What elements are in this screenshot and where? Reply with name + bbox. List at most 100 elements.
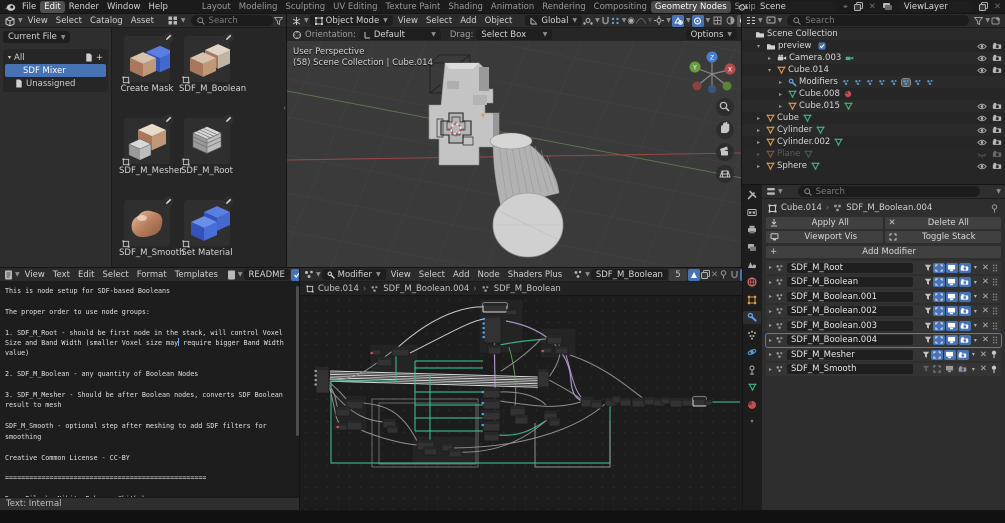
realtime-toggle-icon[interactable] (943, 364, 956, 374)
visibility-icon[interactable] (977, 67, 987, 74)
modifier-extras-icon[interactable]: ▾ (972, 293, 979, 300)
breadcrumb-item[interactable]: SDF_M_Boolean.004 (383, 284, 469, 294)
visibility-icon[interactable] (977, 103, 987, 110)
node-socket[interactable] (314, 374, 317, 377)
edit-mode-toggle-icon[interactable] (922, 365, 930, 373)
new-collection-icon[interactable] (991, 16, 1001, 25)
proportional-edit-icon[interactable]: ◉ (627, 16, 634, 26)
edit-asset-icon[interactable] (163, 32, 174, 43)
menu-select[interactable]: Select (98, 269, 132, 281)
expand-arrow-icon[interactable]: ▸ (757, 115, 764, 122)
delete-modifier-icon[interactable]: ✕ (980, 321, 991, 331)
disable-render-icon[interactable] (992, 54, 1002, 62)
properties-tab-physics[interactable] (743, 346, 761, 359)
outliner-row-cylinder-002[interactable]: ▸ Cylinder.002 (742, 136, 1005, 148)
expand-arrow-icon[interactable]: ▾ (8, 54, 11, 61)
render-toggle-icon[interactable] (958, 320, 971, 331)
dataG-badge-icon[interactable] (803, 114, 812, 122)
scene-icon[interactable] (738, 2, 749, 11)
edit-asset-icon[interactable] (223, 114, 234, 125)
expand-arrow-icon[interactable]: ▸ (757, 163, 764, 170)
breadcrumb-item[interactable]: Cube.014 (318, 284, 359, 294)
expand-arrow-icon[interactable]: ▸ (768, 55, 775, 62)
edit-mode-toggle-icon[interactable] (924, 264, 932, 272)
visibility-icon[interactable] (977, 115, 987, 122)
outliner-row-cube[interactable]: ▸ Cube (742, 112, 1005, 124)
modifier-name-field[interactable]: SDF_M_Boolean.001 (787, 291, 914, 302)
expand-arrow-icon[interactable]: ▾ (768, 67, 775, 74)
asset-card-sdf-m-boolean[interactable]: SDF_M_Boolean (179, 32, 246, 104)
asset-search-input[interactable]: Search (190, 15, 273, 26)
nodes-badge-icon[interactable] (842, 79, 850, 86)
scene-selector[interactable]: Scene (754, 1, 837, 12)
edit-mode-toggle-icon[interactable] (922, 351, 930, 359)
falloff-icon[interactable] (635, 17, 646, 25)
properties-options-icon[interactable]: ▼ (996, 188, 1001, 195)
text-datablock-name[interactable]: README (243, 269, 290, 280)
delete-modifier-icon[interactable]: ✕ (980, 263, 991, 273)
dataG-badge-icon[interactable] (804, 150, 813, 158)
expand-arrow-icon[interactable]: ▸ (757, 139, 764, 146)
delete-modifier-icon[interactable]: ✕ (980, 277, 991, 287)
menu-select[interactable]: Select (415, 269, 449, 281)
node[interactable] (315, 366, 330, 394)
apply-all-button[interactable]: Apply All (766, 217, 883, 229)
outliner-row-preview[interactable]: ▾ preview (742, 40, 1005, 52)
properties-tab-scene[interactable] (743, 258, 761, 271)
node-socket[interactable] (314, 369, 317, 373)
delete-modifier-icon[interactable]: ✕ (978, 364, 989, 374)
outliner-row-scene-collection[interactable]: Scene Collection (742, 28, 1005, 40)
tabs-overflow-icon[interactable]: ▾ (750, 418, 753, 425)
visibility-icon[interactable] (977, 43, 987, 50)
properties-tab-material[interactable] (743, 398, 761, 411)
disable-render-icon[interactable] (992, 150, 1002, 158)
node-socket[interactable] (481, 412, 484, 416)
dataG-badge-icon[interactable] (844, 102, 853, 110)
breadcrumb-object[interactable]: Cube.014 (781, 203, 822, 213)
expand-arrow-icon[interactable]: ▸ (769, 337, 772, 344)
on-cage-toggle-icon[interactable] (932, 306, 945, 316)
delete-modifier-icon[interactable]: ✕ (978, 350, 989, 360)
render-toggle-icon[interactable] (958, 291, 971, 302)
nodes-badge-icon[interactable] (926, 79, 934, 86)
modifier-name-field[interactable]: SDF_M_Smooth (787, 364, 914, 374)
edit-asset-icon[interactable] (223, 196, 234, 207)
modifier-row-sdf-m-boolean-004[interactable]: ▸ SDF_M_Boolean.004 ▾ ✕ (765, 332, 1002, 348)
render-toggle-icon[interactable] (958, 335, 971, 345)
expand-arrow-icon[interactable]: ▸ (757, 127, 764, 134)
nodes-badge-icon[interactable] (866, 79, 874, 86)
properties-tab-output[interactable] (743, 223, 761, 236)
matR-badge-icon[interactable] (844, 90, 852, 98)
text-datablock-icon[interactable] (227, 270, 236, 280)
expand-arrow-icon[interactable]: ▸ (769, 293, 772, 300)
camData-badge-icon[interactable] (845, 54, 854, 62)
pin-icon[interactable] (990, 203, 999, 213)
properties-tab-viewlayer[interactable] (743, 241, 761, 254)
copy-viewlayer-icon[interactable] (978, 2, 988, 11)
transform-orientation[interactable]: Global ▼ (525, 15, 583, 26)
render-toggle-icon[interactable] (958, 277, 971, 287)
asset-card-create-mask[interactable]: Create Mask (119, 32, 175, 104)
node-socket[interactable] (481, 390, 484, 394)
node-socket[interactable] (370, 351, 373, 355)
menu-geometry-nodes[interactable]: Geometry Nodes (650, 1, 731, 13)
modifier-name-field[interactable]: SDF_M_Root (787, 262, 914, 273)
drag-handle-icon[interactable] (992, 264, 998, 272)
modifier-extras-icon[interactable]: ▾ (972, 322, 979, 329)
menu-sculpting[interactable]: Sculpting (281, 1, 329, 13)
edit-asset-icon[interactable] (163, 196, 174, 207)
tool-icon[interactable] (292, 30, 302, 40)
menu-help[interactable]: Help (144, 1, 171, 13)
expand-arrow-icon[interactable]: ▸ (769, 264, 772, 271)
nodegroup-browse-icon[interactable] (573, 270, 583, 279)
on-cage-toggle-icon[interactable] (932, 262, 945, 273)
modifier-extras-icon[interactable]: ▾ (972, 308, 979, 315)
modifier-extras-icon[interactable]: ▾ (972, 264, 979, 271)
realtime-toggle-icon[interactable] (945, 320, 958, 331)
modifier-extras-icon[interactable]: ▾ (972, 337, 979, 344)
edit-mode-toggle-icon[interactable] (924, 307, 932, 315)
pin-icon[interactable] (990, 365, 998, 374)
add-modifier-button[interactable]: + Add Modifier (766, 246, 1001, 258)
menu-edit[interactable]: Edit (74, 269, 98, 281)
visibility-icon[interactable] (977, 151, 987, 158)
